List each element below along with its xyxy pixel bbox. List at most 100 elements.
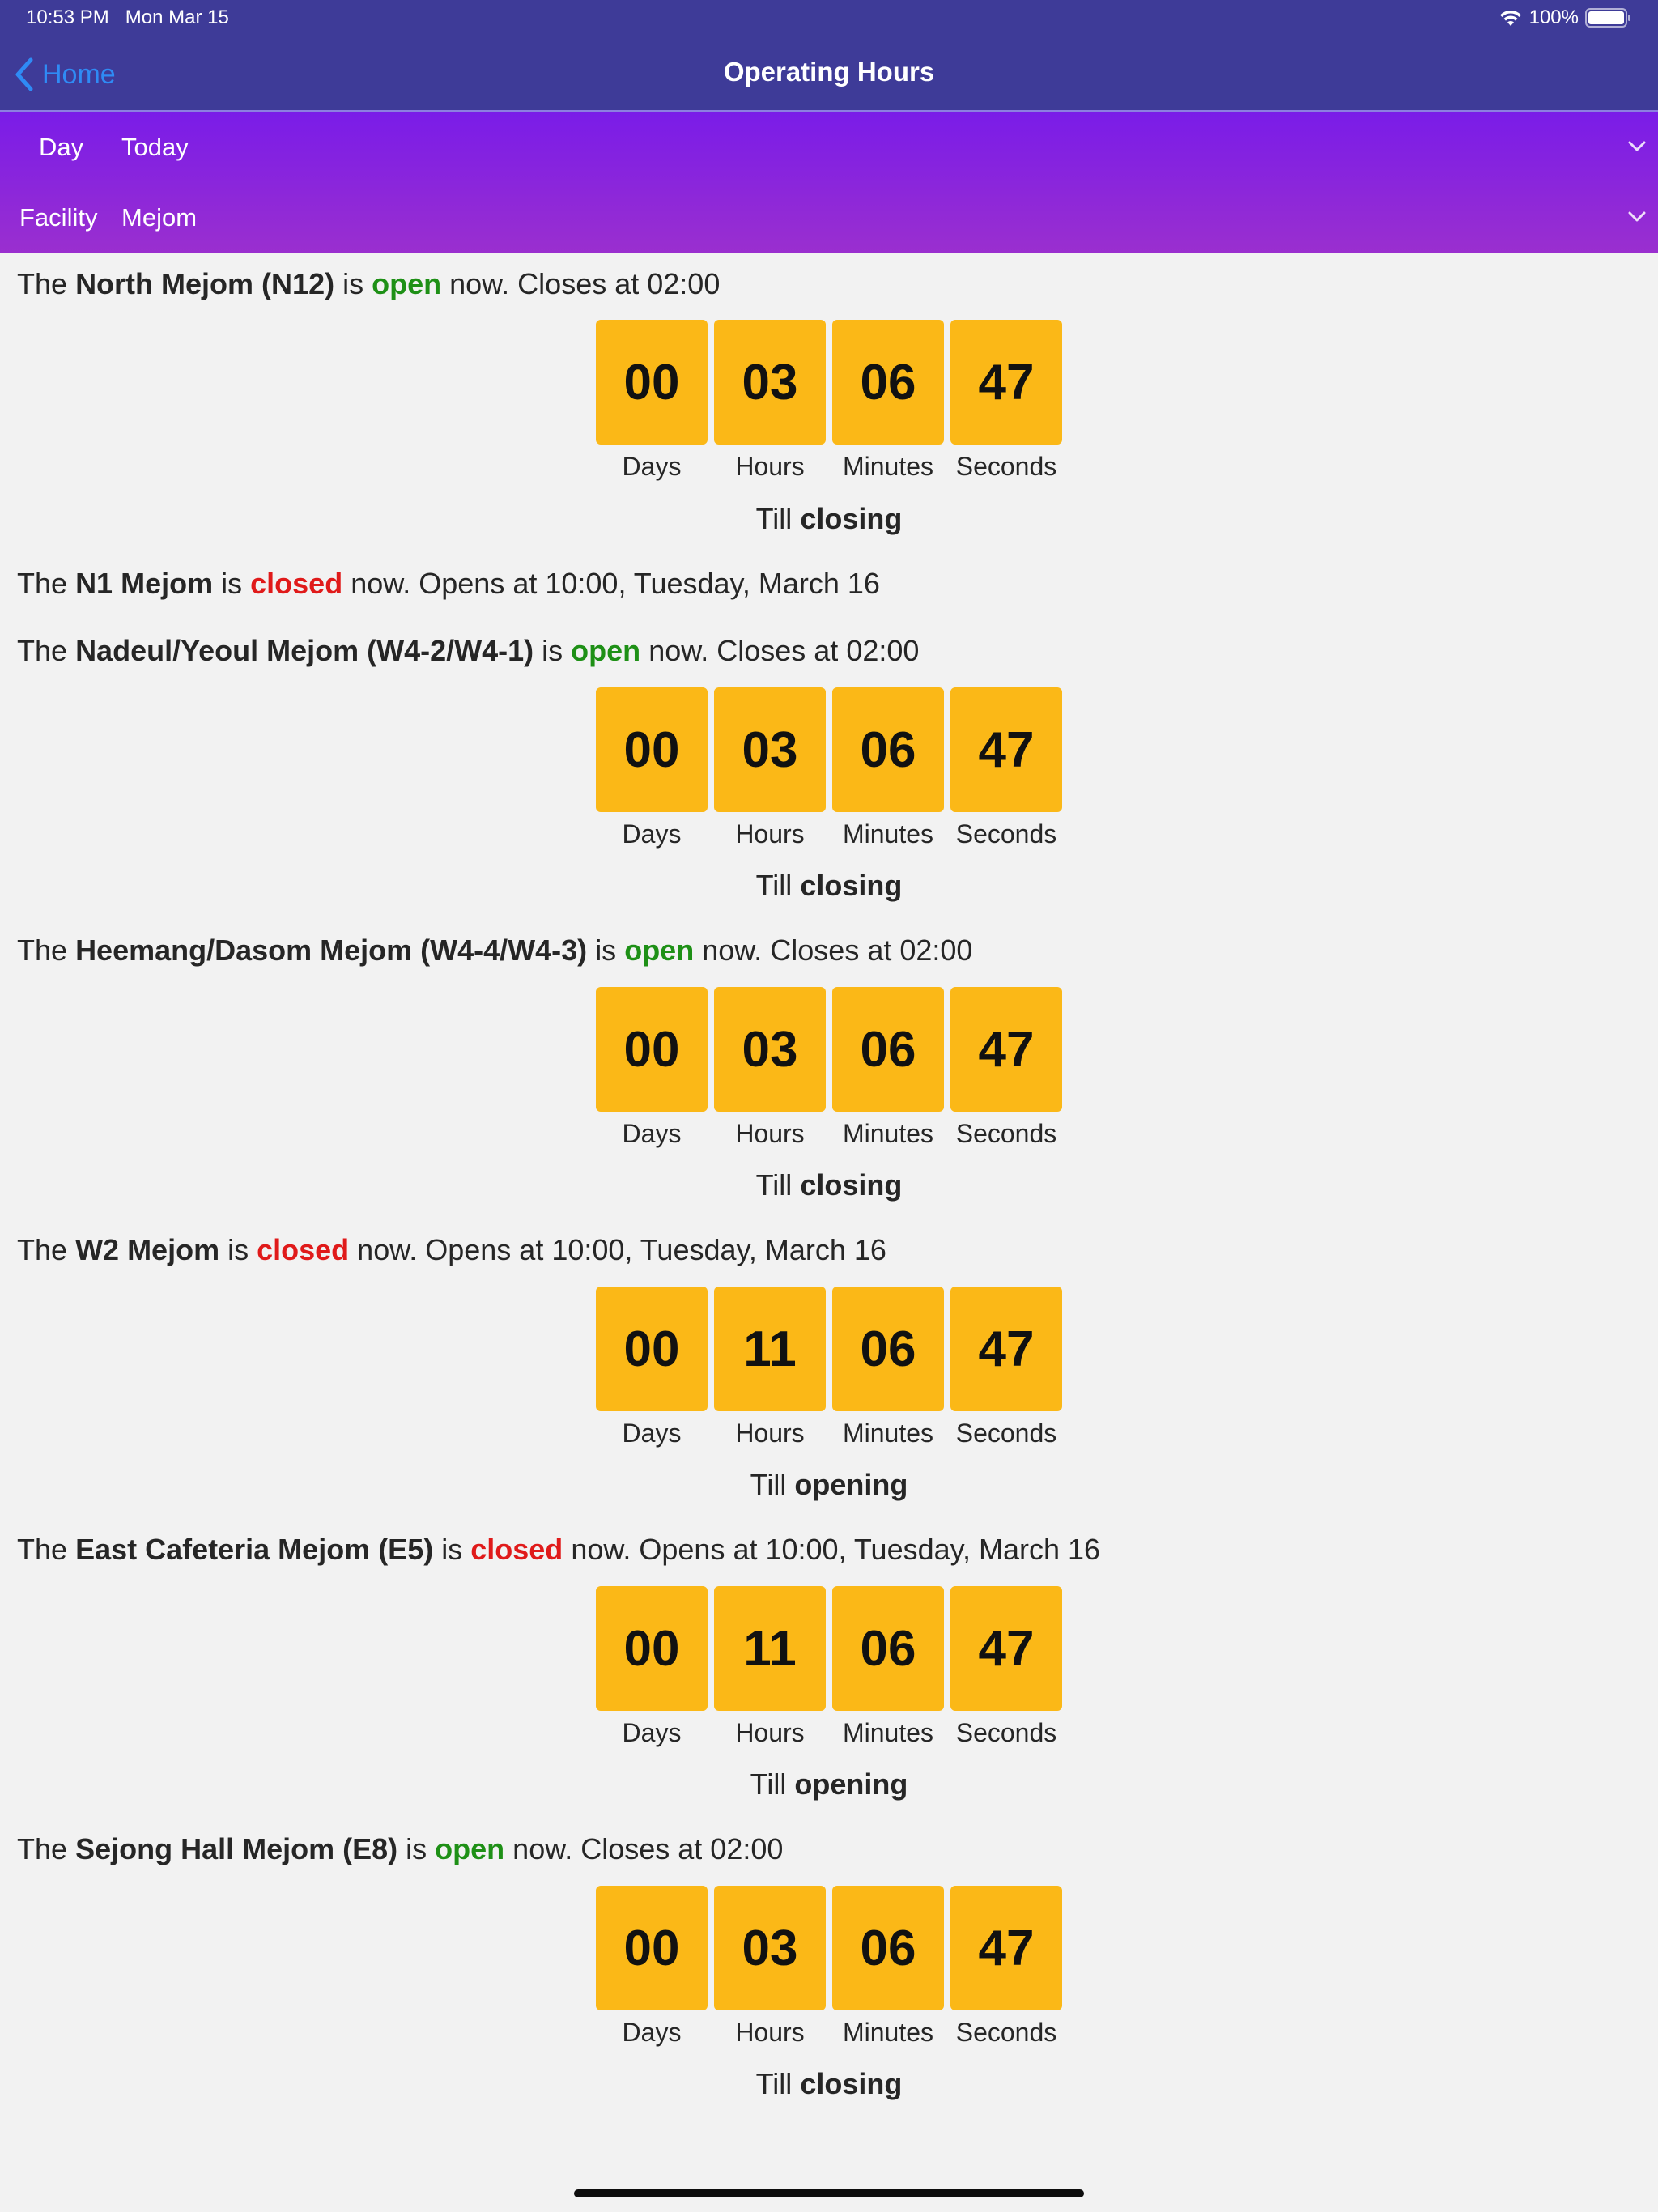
countdown-days-label: Days [622,1419,682,1448]
countdown-seconds-label: Seconds [955,452,1057,481]
countdown-days: 00 [596,320,708,445]
status-time: 10:53 PM [26,6,109,28]
countdown-minutes: 06 [832,687,944,812]
countdown-days: 00 [596,987,708,1112]
countdown-days-label: Days [622,1718,682,1747]
status-date: Mon Mar 15 [125,6,229,28]
facility-hours: now. Closes at 02:00 [449,267,721,300]
countdown-hours-label: Hours [735,1119,805,1148]
facility-is: is [342,267,364,300]
till-text: Till [755,1168,793,1202]
facility-status: open [624,934,695,967]
countdown-seconds: 47 [950,687,1062,812]
facility-status: open [571,634,641,667]
facility-filter-dropdown[interactable]: Facility Mejom [0,182,1658,253]
battery-icon [1585,8,1630,28]
home-indicator[interactable] [574,2189,1084,2197]
countdown-days: 00 [596,1586,708,1711]
day-filter-value: Today [121,132,189,161]
facility-prefix: The [17,567,68,600]
status-bar-time: 10:53 PM Mon Mar 15 [26,6,229,29]
facility-name: East Cafeteria Mejom (E5) [75,1533,434,1566]
till-text: Till [755,2067,793,2100]
wifi-icon [1499,10,1521,26]
countdown-days: 00 [596,1886,708,2010]
countdown-seconds-label: Seconds [955,819,1057,849]
countdown-days-label: Days [622,2018,682,2047]
facility-hours: now. Closes at 02:00 [648,634,920,667]
countdown-timer: 00 03 06 47 Days Hours Minutes Seconds [596,320,1062,481]
countdown-days: 00 [596,687,708,812]
till-event: closing [800,2067,903,2100]
countdown-timer: 00 11 06 47 Days Hours Minutes Seconds [596,1586,1062,1747]
countdown-hours-label: Hours [735,819,805,849]
facility-status-line: The N1 Mejom is closed now. Opens at 10:… [17,567,880,601]
countdown-minutes: 06 [832,320,944,445]
facility-hours: now. Opens at 10:00, Tuesday, March 16 [571,1533,1101,1566]
countdown-hours: 11 [714,1586,826,1711]
filter-bar: Day Today Facility Mejom [0,112,1658,253]
countdown-timer: 00 03 06 47 Days Hours Minutes Seconds [596,1886,1062,2047]
facility-hours: now. Opens at 10:00, Tuesday, March 16 [351,567,880,600]
day-filter-dropdown[interactable]: Day Today [0,112,1658,182]
till-event: closing [800,502,903,535]
till-label: Till closing [596,869,1062,903]
countdown-minutes-label: Minutes [842,819,934,849]
countdown-seconds: 47 [950,1886,1062,2010]
countdown-seconds: 47 [950,320,1062,445]
countdown-hours-label: Hours [735,1718,805,1747]
chevron-down-icon [1628,211,1646,222]
countdown-hours-label: Hours [735,2018,805,2047]
till-label: Till opening [596,1767,1062,1802]
countdown-days-label: Days [622,1119,682,1148]
till-text: Till [750,1767,787,1801]
till-event: opening [794,1468,908,1501]
status-bar-right: 100% [1499,6,1632,29]
countdown-hours: 03 [714,687,826,812]
facility-hours: now. Opens at 10:00, Tuesday, March 16 [357,1233,886,1266]
chevron-down-icon [1628,141,1646,151]
facility-name: W2 Mejom [75,1233,220,1266]
till-text: Till [755,502,793,535]
countdown-seconds-label: Seconds [955,2018,1057,2047]
facility-status: closed [470,1533,563,1566]
facility-is: is [221,567,243,600]
facility-hours: now. Closes at 02:00 [512,1832,784,1865]
countdown-minutes: 06 [832,1586,944,1711]
facility-status-line: The Heemang/Dasom Mejom (W4-4/W4-3) is o… [17,934,972,968]
facility-prefix: The [17,1533,68,1566]
facility-prefix: The [17,1832,68,1865]
countdown-hours-label: Hours [735,452,805,481]
countdown-minutes-label: Minutes [842,1419,934,1448]
countdown-minutes-label: Minutes [842,1718,934,1747]
facility-name: Nadeul/Yeoul Mejom (W4-2/W4-1) [75,634,534,667]
countdown-hours-label: Hours [735,1419,805,1448]
countdown-timer: 00 03 06 47 Days Hours Minutes Seconds [596,987,1062,1148]
countdown-days-label: Days [622,819,682,849]
facility-prefix: The [17,267,68,300]
facility-is: is [542,634,563,667]
facility-is: is [227,1233,249,1266]
facility-hours: now. Closes at 02:00 [702,934,973,967]
facility-status: closed [250,567,343,600]
facility-status: open [435,1832,505,1865]
facility-filter-value: Mejom [121,202,198,232]
countdown-minutes: 06 [832,987,944,1112]
facility-prefix: The [17,1233,68,1266]
countdown-hours: 03 [714,1886,826,2010]
facility-status: closed [257,1233,350,1266]
till-label: Till closing [596,2067,1062,2101]
till-event: opening [794,1767,908,1801]
countdown-seconds-label: Seconds [955,1119,1057,1148]
page-title: Operating Hours [723,57,935,87]
till-event: closing [800,1168,903,1202]
countdown-hours: 03 [714,987,826,1112]
countdown-minutes-label: Minutes [842,1119,934,1148]
countdown-days: 00 [596,1287,708,1411]
facility-status-line: The W2 Mejom is closed now. Opens at 10:… [17,1233,886,1267]
facility-name: N1 Mejom [75,567,214,600]
facility-prefix: The [17,934,68,967]
till-label: Till opening [596,1468,1062,1502]
countdown-days-label: Days [622,452,682,481]
till-event: closing [800,869,903,902]
